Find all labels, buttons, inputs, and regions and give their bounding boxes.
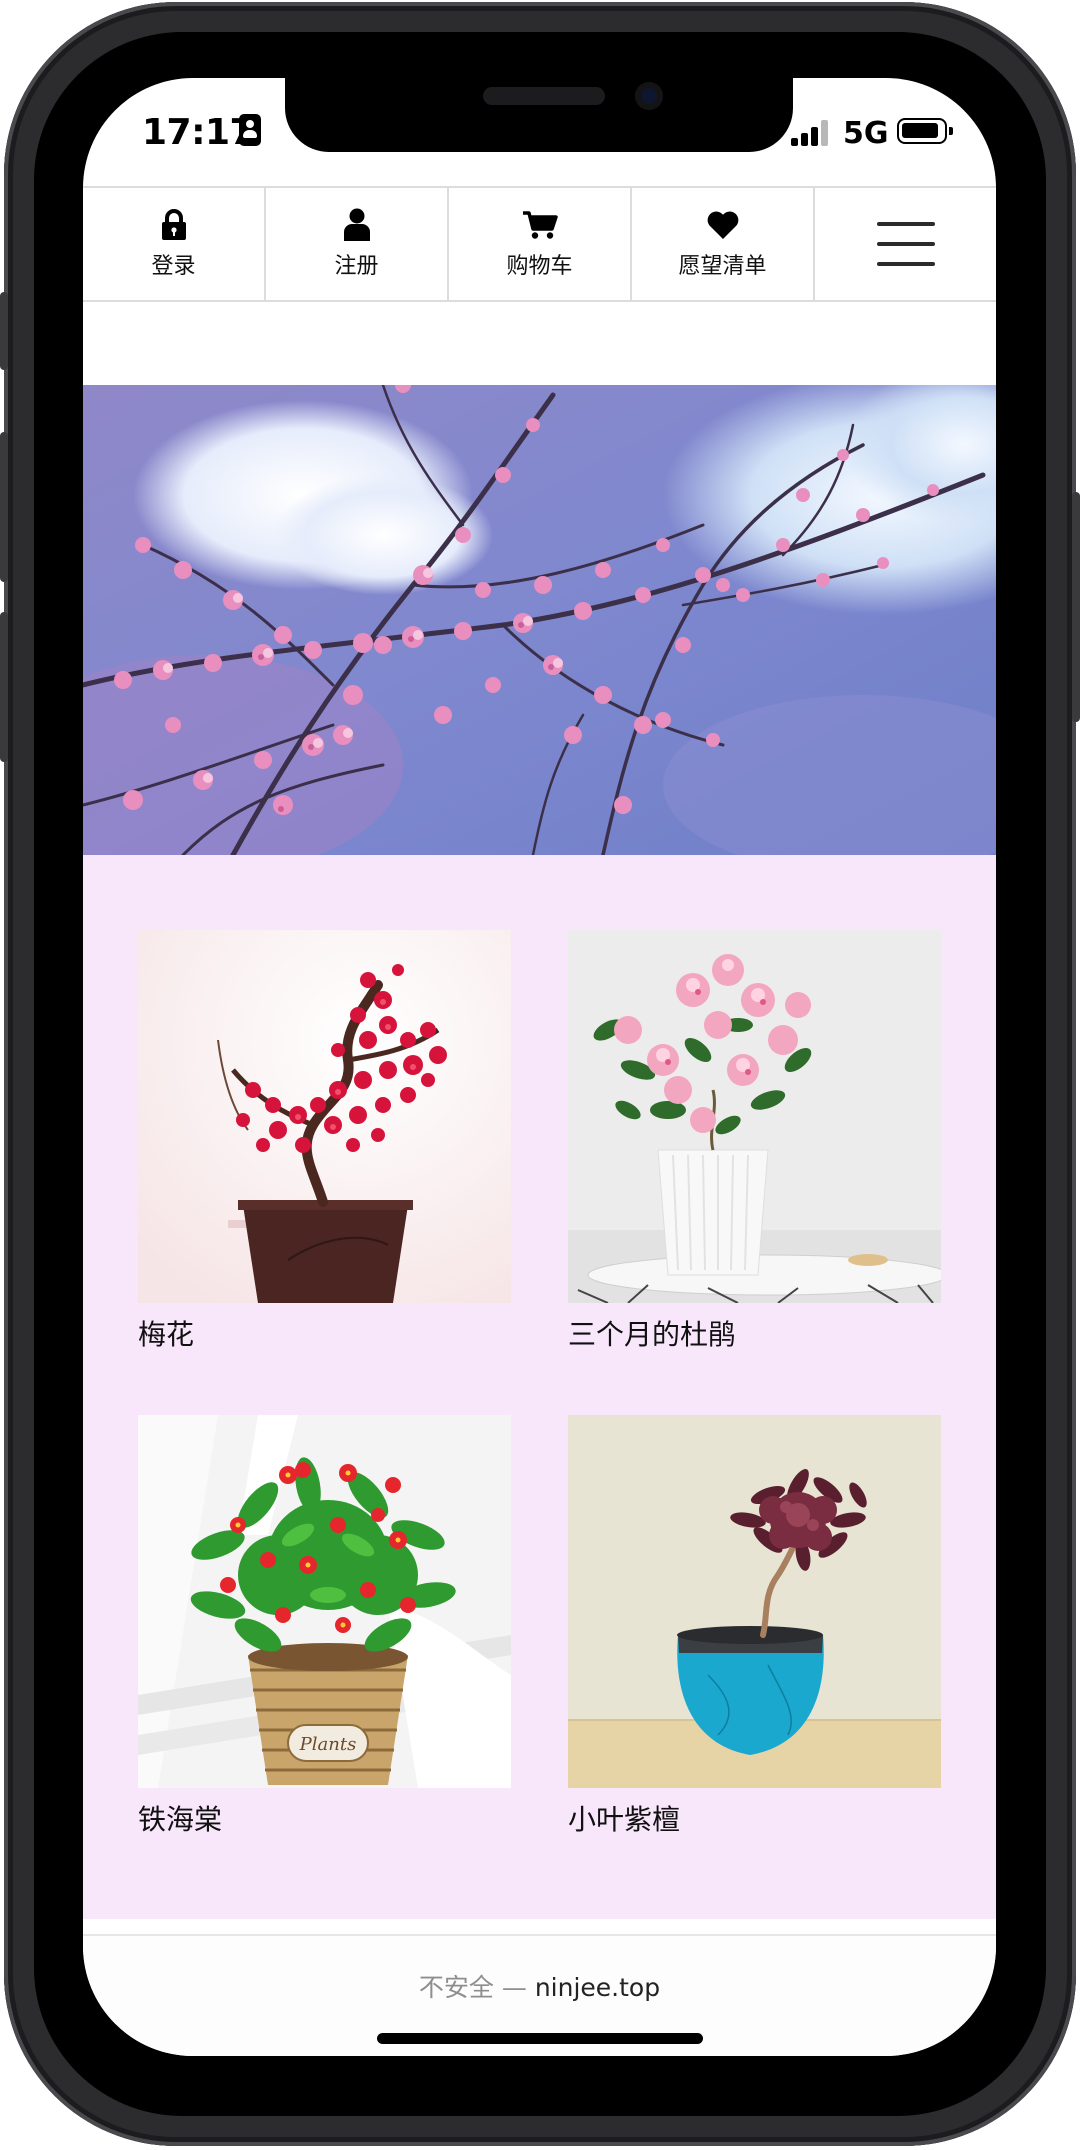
battery-icon xyxy=(897,118,953,144)
heart-icon xyxy=(706,208,740,242)
nav-register[interactable]: 注册 xyxy=(266,188,449,300)
menu-button[interactable] xyxy=(815,188,996,300)
nav-cart[interactable]: 购物车 xyxy=(449,188,632,300)
security-indicator: 不安全 xyxy=(418,1973,494,2002)
screen: 17:17 5G 登录 注册 购物车 愿望清单 梅花 三个月的杜鹃 Plants… xyxy=(83,78,996,2056)
product-image-plum-bonsai[interactable] xyxy=(138,930,511,1303)
product-name[interactable]: 小叶紫檀 xyxy=(568,1802,941,1838)
top-navigation: 登录 注册 购物车 愿望清单 xyxy=(83,186,996,302)
product-grid: 梅花 三个月的杜鹃 Plants 铁海棠 小叶紫檀 xyxy=(83,855,996,1919)
product-card[interactable]: 三个月的杜鹃 xyxy=(568,930,941,1353)
volume-up-button xyxy=(0,432,8,582)
product-name[interactable]: 三个月的杜鹃 xyxy=(568,1317,941,1353)
browser-address-bar[interactable]: 不安全 — ninjee.top xyxy=(83,1934,996,2056)
nav-wishlist-label: 愿望清单 xyxy=(678,254,767,279)
product-card[interactable]: 小叶紫檀 xyxy=(568,1415,941,1838)
hero-banner-plum-blossom xyxy=(83,385,996,855)
notch xyxy=(285,78,793,152)
product-image-succulent[interactable] xyxy=(568,1415,941,1788)
speaker-grille xyxy=(483,87,605,105)
home-indicator[interactable] xyxy=(377,2033,703,2044)
nav-cart-label: 购物车 xyxy=(506,254,573,279)
nav-login[interactable]: 登录 xyxy=(83,188,266,300)
nav-register-label: 注册 xyxy=(334,254,379,279)
product-card[interactable]: Plants 铁海棠 xyxy=(138,1415,511,1838)
user-icon xyxy=(343,208,371,242)
hamburger-menu-icon xyxy=(876,222,935,266)
nav-login-label: 登录 xyxy=(151,254,196,279)
product-name[interactable]: 梅花 xyxy=(138,1317,511,1353)
lock-icon xyxy=(161,208,187,242)
svg-text:Plants: Plants xyxy=(299,1734,357,1755)
network-type: 5G xyxy=(843,116,889,151)
url-separator: — xyxy=(493,1973,535,2002)
shopping-cart-icon xyxy=(522,208,558,242)
volume-down-button xyxy=(0,612,8,762)
url-domain: ninjee.top xyxy=(534,1973,661,2002)
status-time: 17:17 xyxy=(142,112,255,153)
cell-signal-icon xyxy=(791,120,831,146)
contact-card-icon xyxy=(239,114,261,146)
address-text[interactable]: 不安全 — ninjee.top xyxy=(83,1968,996,2004)
product-name[interactable]: 铁海棠 xyxy=(138,1802,511,1838)
front-camera xyxy=(635,82,663,110)
power-button xyxy=(1072,492,1080,722)
mute-switch xyxy=(0,292,8,370)
nav-wishlist[interactable]: 愿望清单 xyxy=(632,188,815,300)
product-card[interactable]: 梅花 xyxy=(138,930,511,1353)
product-image-azalea[interactable] xyxy=(568,930,941,1303)
product-image-crown-of-thorns[interactable]: Plants xyxy=(138,1415,511,1788)
